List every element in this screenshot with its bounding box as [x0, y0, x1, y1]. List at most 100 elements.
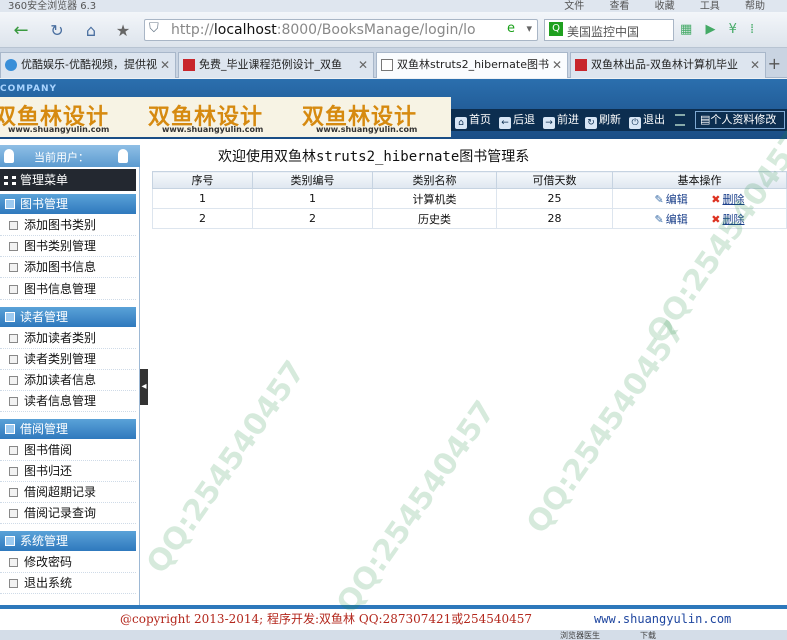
page-icon [9, 488, 18, 497]
page-icon [9, 242, 18, 251]
nav-refresh-button[interactable]: ↻ 刷新 [585, 112, 621, 129]
sidebar-item-add-reader[interactable]: 添加读者信息 [0, 370, 136, 391]
sidebar-item-return-book[interactable]: 图书归还 [0, 461, 136, 482]
book-category-table: 序号 类别编号 类别名称 可借天数 基本操作 1 1 计算机类 25 ✎ 编辑 ✖… [152, 171, 787, 229]
search-text[interactable]: 美国监控中国 [567, 23, 639, 40]
group-reader-management[interactable]: 读者管理 [0, 307, 136, 327]
close-icon[interactable]: ✕ [354, 53, 368, 77]
cell-actions: ✎ 编辑 ✖ 删除 [612, 208, 787, 229]
close-icon[interactable]: ✕ [746, 53, 760, 77]
group-book-management[interactable]: 图书管理 [0, 194, 136, 214]
tab-label: 双鱼林出品-双鱼林计算机毕业 [591, 58, 738, 71]
banner-logo: 双鱼林设计 www.shuangyulin.com [302, 105, 418, 134]
menu-view[interactable]: 查看 [609, 1, 629, 12]
sidebar-item-book-manage[interactable]: 图书信息管理 [0, 279, 136, 300]
new-tab-icon[interactable]: + [768, 54, 781, 73]
group-borrow-management[interactable]: 借阅管理 [0, 419, 136, 439]
delete-button[interactable]: ✖ 删除 [711, 211, 744, 227]
tab-free-design[interactable]: 免费_毕业课程范例设计_双鱼 ✕ [178, 52, 374, 78]
col-header-category-name: 类别名称 [372, 171, 497, 189]
sidebar-item-add-book[interactable]: 添加图书信息 [0, 257, 136, 278]
page-icon [9, 334, 18, 343]
extension-icon[interactable]: ▦ [680, 22, 692, 37]
cell-category-name: 计算机类 [372, 188, 497, 209]
menu-favorites[interactable]: 收藏 [655, 1, 675, 12]
more-icon[interactable]: ⁞ [750, 22, 754, 37]
cell-index: 2 [152, 208, 253, 229]
footer-copyright: @copyright 2013-2014; 程序开发:双鱼林 QQ:287307… [120, 612, 533, 626]
cell-loan-days: 25 [496, 188, 613, 209]
sidebar-collapse-handle[interactable]: ◂ [140, 369, 148, 405]
footer-site-link[interactable]: www.shuangyulin.com [594, 609, 731, 629]
sidebar-item-reader-category-manage[interactable]: 读者类别管理 [0, 349, 136, 370]
page-icon [9, 558, 18, 567]
sidebar-item-book-category-manage[interactable]: 图书类别管理 [0, 236, 136, 257]
page-icon [9, 397, 18, 406]
menu-tools[interactable]: 工具 [700, 1, 720, 12]
banner-strip: 双鱼林设计 www.shuangyulin.com 双鱼林设计 www.shua… [0, 97, 451, 137]
menu-file[interactable]: 文件 [564, 1, 584, 12]
sidebar-item-borrow-query[interactable]: 借阅记录查询 [0, 503, 136, 524]
table-row: 1 1 计算机类 25 ✎ 编辑 ✖ 删除 [152, 188, 787, 209]
nav-back-button[interactable]: ← 后退 [499, 112, 535, 129]
folder-icon [5, 199, 15, 209]
search-engine-icon: Q [549, 22, 563, 36]
sidebar-item-add-reader-category[interactable]: 添加读者类别 [0, 328, 136, 349]
currency-icon[interactable]: ¥ [729, 22, 737, 37]
sidebar-item-add-book-category[interactable]: 添加图书类别 [0, 215, 136, 236]
star-icon[interactable]: ★ [110, 18, 136, 44]
welcome-title: 欢迎使用双鱼林struts2_hibernate图书管理系 [218, 149, 530, 165]
back-arrow-icon[interactable]: ← [8, 18, 34, 44]
download-label[interactable]: 下载 [640, 630, 656, 640]
footer: @copyright 2013-2014; 程序开发:双鱼林 QQ:287307… [0, 609, 787, 629]
col-header-category-id: 类别编号 [252, 171, 373, 189]
nav-logout-button[interactable]: ⏻ 退出 [629, 112, 665, 129]
col-header-actions: 基本操作 [612, 171, 787, 189]
web-page: COMPANY 双鱼林设计 www.shuangyulin.com 双鱼林设计 … [0, 79, 787, 640]
sidebar-item-borrow-book[interactable]: 图书借阅 [0, 440, 136, 461]
page-icon [9, 221, 18, 230]
table-row: 2 2 历史类 28 ✎ 编辑 ✖ 删除 [152, 208, 787, 229]
forward-icon: → [543, 117, 555, 129]
chevron-down-icon[interactable]: ▾ [526, 22, 532, 35]
delete-button[interactable]: ✖ 删除 [711, 191, 744, 207]
browser-app-title: 360安全浏览器 6.3 [8, 1, 97, 12]
address-bar[interactable]: ⛉ http://localhost:8000/BooksManage/logi… [144, 19, 538, 41]
edit-button[interactable]: ✎ 编辑 [655, 191, 688, 207]
address-url[interactable]: http://localhost:8000/BooksManage/login/… [171, 22, 476, 38]
play-icon[interactable]: ▶ [705, 22, 715, 37]
sidebar-item-overdue-records[interactable]: 借阅超期记录 [0, 482, 136, 503]
profile-edit-button[interactable]: ▤个人资料修改 [695, 111, 785, 129]
ie-engine-icon[interactable]: e [507, 21, 515, 36]
search-box[interactable]: Q 美国监控中国 [544, 19, 674, 41]
menu-help[interactable]: 帮助 [745, 1, 765, 12]
tab-shuangyulin[interactable]: 双鱼林出品-双鱼林计算机毕业 ✕ [570, 52, 766, 78]
group-system-management[interactable]: 系统管理 [0, 531, 136, 551]
home-icon: ⌂ [455, 117, 467, 129]
close-icon[interactable]: ✕ [548, 53, 562, 77]
pin-icon [4, 149, 14, 163]
sidebar-item-reader-manage[interactable]: 读者信息管理 [0, 391, 136, 412]
current-user-bar: 当前用户： [0, 145, 140, 167]
nav-forward-button[interactable]: → 前进 [543, 112, 579, 129]
nav-home-button[interactable]: ⌂ 首页 [455, 112, 491, 129]
table-header-row: 序号 类别编号 类别名称 可借天数 基本操作 [152, 171, 787, 189]
page-icon [9, 467, 18, 476]
back-icon: ← [499, 117, 511, 129]
edit-button[interactable]: ✎ 编辑 [655, 211, 688, 227]
page-icon [9, 446, 18, 455]
site-header: COMPANY 双鱼林设计 www.shuangyulin.com 双鱼林设计 … [0, 79, 787, 139]
browser-doctor-label[interactable]: 浏览器医生 [560, 630, 600, 640]
reload-icon[interactable]: ↻ [44, 18, 70, 44]
sidebar-item-exit-system[interactable]: 退出系统 [0, 573, 136, 594]
menu-icon [675, 114, 685, 126]
page-icon [9, 263, 18, 272]
close-icon[interactable]: ✕ [156, 53, 170, 77]
shield-icon: ⛉ [149, 21, 159, 36]
sidebar-item-change-password[interactable]: 修改密码 [0, 552, 136, 573]
tab-books-manage[interactable]: 双鱼林struts2_hibernate图书 ✕ [376, 52, 568, 78]
power-icon: ⏻ [629, 117, 641, 129]
tab-youku[interactable]: 优酷娱乐-优酷视频，提供视频 ✕ [0, 52, 176, 78]
home-icon[interactable]: ⌂ [78, 18, 104, 44]
tab-label: 优酷娱乐-优酷视频，提供视频 [21, 58, 168, 71]
